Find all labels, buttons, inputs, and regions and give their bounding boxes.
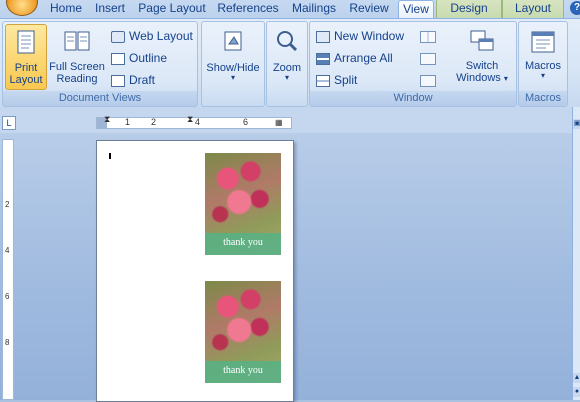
group-macros: Macros ▾ Macros [518, 21, 568, 107]
switch-windows-button[interactable]: Switch Windows ▾ [450, 24, 514, 88]
synchronous-scrolling-icon [420, 52, 436, 65]
group-label-window: Window [310, 91, 516, 106]
ruler-number: 6 [243, 117, 249, 127]
full-screen-reading-button[interactable]: Full Screen Reading [47, 24, 107, 88]
card-caption: thank you [205, 233, 281, 255]
outline-button[interactable]: Outline [111, 49, 167, 67]
reset-window-position-button[interactable] [420, 71, 440, 89]
thank-you-card-image[interactable]: thank you [205, 281, 281, 383]
macros-button[interactable]: Macros ▾ [520, 24, 566, 88]
help-icon[interactable]: ? [570, 1, 580, 15]
new-window-button[interactable]: New Window [316, 27, 404, 45]
chevron-down-icon: ▾ [503, 74, 508, 83]
ruler-number: 2 [5, 200, 10, 209]
ruler-number: 2 [151, 117, 157, 127]
group-label-macros: Macros [519, 91, 567, 106]
switch-windows-label-1: Switch [465, 60, 499, 72]
chevron-down-icon: ▾ [284, 73, 289, 82]
tab-home[interactable]: Home [44, 0, 88, 18]
switch-windows-label-2: Windows ▾ [456, 72, 508, 84]
tab-layout[interactable]: Layout [502, 0, 564, 18]
group-document-views: Print Layout Full Screen Reading Web Lay… [2, 21, 198, 107]
arrange-all-label: Arrange All [334, 51, 393, 65]
split-button[interactable]: Split [316, 71, 357, 89]
tab-page-layout[interactable]: Page Layout [134, 0, 210, 18]
new-window-label: New Window [334, 29, 405, 43]
group-show-hide: Show/Hide ▾ [201, 21, 265, 107]
print-layout-label-2: Layout [9, 74, 43, 86]
show-hide-icon [224, 31, 242, 51]
card-caption: thank you [205, 361, 281, 383]
ruler-toggle-button[interactable]: ▣ [573, 119, 580, 129]
web-layout-icon [111, 30, 125, 43]
draft-button[interactable]: Draft [111, 71, 155, 89]
group-window: New Window Arrange All Split Switch Wind… [309, 21, 517, 107]
chevron-down-icon: ▾ [540, 71, 545, 80]
tab-design[interactable]: Design [436, 0, 502, 18]
arrange-all-button[interactable]: Arrange All [316, 49, 393, 67]
vertical-ruler[interactable]: 2 4 6 8 [2, 139, 14, 400]
ruler-number: 4 [195, 117, 201, 127]
print-layout-icon [17, 30, 35, 54]
web-layout-button[interactable]: Web Layout [111, 27, 193, 45]
tab-view[interactable]: View [398, 0, 434, 19]
group-label-document-views: Document Views [3, 91, 197, 106]
show-hide-button[interactable]: Show/Hide ▾ [203, 24, 263, 88]
tab-selector[interactable]: L [2, 116, 16, 130]
outline-label: Outline [129, 51, 168, 65]
ruler-number: 8 [5, 338, 10, 347]
tab-insert[interactable]: Insert [88, 0, 132, 18]
text-cursor [109, 153, 111, 159]
vertical-scrollbar[interactable]: ▣ ▲ ● [572, 107, 580, 400]
document-workspace[interactable]: 2 4 6 8 thank you thank you [0, 133, 572, 402]
horizontal-ruler[interactable]: ⧗ 1 2 ⧗ 4 6 ▦ [96, 114, 292, 129]
full-screen-label-2: Reading [56, 73, 98, 85]
zoom-button[interactable]: Zoom ▾ [268, 24, 306, 88]
draft-label: Draft [129, 73, 156, 87]
synchronous-scrolling-button[interactable] [420, 49, 440, 67]
select-browse-object-icon[interactable]: ● [573, 387, 580, 397]
arrange-all-icon [316, 52, 330, 65]
view-side-by-side-button[interactable] [420, 27, 440, 45]
document-page[interactable]: thank you thank you [96, 140, 294, 402]
ruler-number: 1 [125, 117, 131, 127]
full-screen-label-1: Full Screen [49, 61, 105, 73]
chevron-down-icon: ▾ [230, 73, 235, 82]
reset-window-position-icon [420, 74, 436, 87]
group-zoom: Zoom ▾ [266, 21, 308, 107]
print-layout-button[interactable]: Print Layout [5, 24, 47, 90]
tab-review[interactable]: Review [344, 0, 394, 18]
office-button[interactable] [6, 0, 38, 16]
macros-icon [531, 31, 555, 53]
ruler-row: L ⧗ 1 2 ⧗ 4 6 ▦ [0, 107, 580, 133]
tab-stop-marker-icon[interactable]: ⧗ [187, 114, 193, 125]
web-layout-label: Web Layout [129, 29, 193, 43]
tab-mailings[interactable]: Mailings [286, 0, 342, 18]
previous-page-icon[interactable]: ▲ [573, 373, 580, 383]
new-window-icon [316, 30, 330, 43]
outline-icon [111, 52, 125, 65]
side-by-side-icon [420, 30, 436, 43]
right-margin-marker-icon[interactable]: ▦ [275, 118, 283, 127]
full-screen-reading-icon [64, 31, 90, 51]
magnifier-icon [277, 31, 298, 52]
print-layout-label-1: Print [14, 62, 38, 74]
indent-marker-icon[interactable]: ⧗ [104, 114, 110, 125]
ribbon: Print Layout Full Screen Reading Web Lay… [0, 18, 580, 107]
split-label: Split [334, 73, 358, 87]
switch-windows-icon [470, 30, 494, 51]
draft-icon [111, 74, 125, 87]
thank-you-card-image[interactable]: thank you [205, 153, 281, 255]
tab-references[interactable]: References [212, 0, 284, 18]
ruler-number: 4 [5, 246, 10, 255]
ribbon-tab-bar: Home Insert Page Layout References Maili… [0, 0, 580, 19]
ruler-number: 6 [5, 292, 10, 301]
split-icon [316, 74, 330, 87]
